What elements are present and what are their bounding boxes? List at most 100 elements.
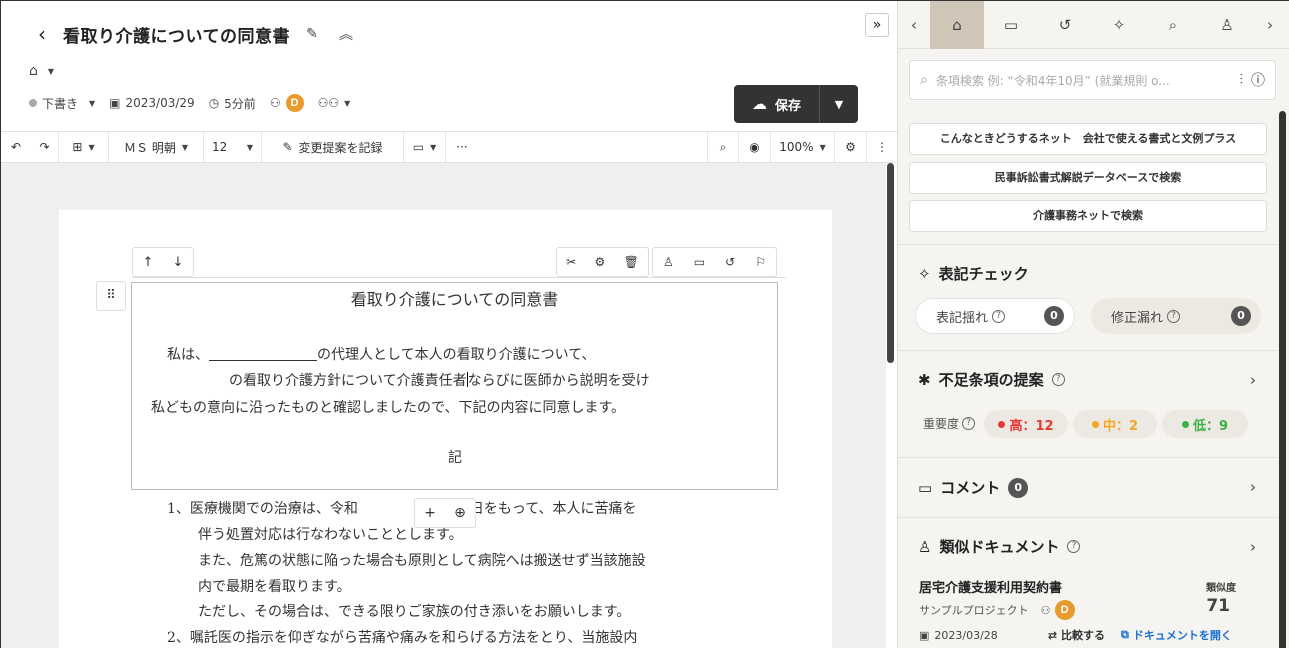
font-label: ＭＳ 明朝 — [124, 140, 176, 155]
owner-item[interactable]: ⚇ D — [270, 94, 304, 112]
track-changes-button[interactable]: ✎ 変更提案を記録 — [262, 132, 404, 162]
status-dropdown[interactable]: 下書き ▼ — [29, 95, 95, 112]
compare-icon: ⇄ — [1047, 628, 1058, 642]
insert-block-toolbar: + ⊕ — [414, 498, 476, 528]
tab-history[interactable]: ↺ — [1038, 1, 1092, 49]
chevron-right-icon[interactable]: › — [1250, 538, 1256, 556]
kebab-menu-button[interactable]: ⋮ — [867, 132, 897, 162]
missed-label: 修正漏れ — [1111, 310, 1164, 326]
gear-icon[interactable]: ⚙ — [595, 255, 606, 269]
notation-title: 表記チェック — [938, 265, 1029, 283]
font-select[interactable]: ＭＳ 明朝 ▼ — [109, 132, 204, 162]
filter-sliders-icon[interactable]: ⫶ — [1240, 72, 1244, 88]
doc-item-2: 2、嘱託医の指示を仰ぎながら苦痛や痛みを和らげる方法をとり、当施設内 — [167, 630, 638, 646]
tab-next-button[interactable]: › — [1254, 1, 1286, 49]
severity-mid: 中：2 — [1102, 418, 1139, 434]
tab-prev-button[interactable]: ‹ — [898, 1, 930, 49]
sparkle-icon: ✧ — [1112, 15, 1126, 34]
history-icon: ↺ — [1058, 15, 1072, 34]
save-options-button[interactable]: ▼ — [820, 85, 858, 123]
missing-clause-section[interactable]: ✱ 不足条項の提案 ? › 重要度 ? 高：12 中：2 低：9 — [898, 350, 1278, 457]
preview-button[interactable]: ◉ — [739, 132, 771, 162]
tag-icon[interactable]: ⌂ — [29, 63, 38, 79]
doc-line-1: 私は、 の代理人として本人の看取り介護について、 — [167, 344, 595, 364]
find-button[interactable]: ⌕ — [707, 132, 739, 162]
help-icon: ? — [1067, 540, 1081, 553]
ribbon-icon[interactable]: ♙ — [663, 255, 674, 269]
help-icon: ? — [962, 417, 976, 430]
tab-notation[interactable]: ✧ — [1092, 1, 1146, 49]
table-dropdown[interactable]: ⊞ ▼ — [59, 132, 109, 162]
comments-section[interactable]: ▭ コメント 0 › — [898, 457, 1278, 517]
insert-file-icon[interactable]: ⊕ — [454, 505, 466, 521]
doc-text: 1、医療機関での治療は、令和 — [167, 501, 358, 517]
chevron-down-icon: ▼ — [819, 142, 826, 152]
history-icon[interactable]: ↺ — [725, 255, 735, 269]
section-title: ✱ 不足条項の提案 ? — [918, 369, 1065, 390]
edit-icon[interactable]: ✎ — [300, 26, 324, 42]
tab-search[interactable]: ⌕ — [1146, 1, 1200, 49]
document-page[interactable]: ↑ ↓ ✂ ⚙ 🗑 ♙ ▭ ↺ ⚐ ⠿ 看取り介護についての同意書 私は、 の代理… — [59, 210, 832, 648]
tab-home[interactable]: ⌂ — [930, 1, 984, 49]
tab-similar[interactable]: ♙ — [1200, 1, 1254, 49]
severity-low-pill[interactable]: 低：9 — [1162, 410, 1248, 438]
sidebar-scrollbar[interactable] — [1279, 111, 1286, 648]
severity-high: 高：12 — [1009, 418, 1054, 434]
calendar-icon: ▣ — [919, 628, 930, 642]
share-dropdown[interactable]: ⚇⚇ ▼ — [318, 96, 351, 110]
arrow-down-icon[interactable]: ↓ — [173, 255, 184, 270]
save-button[interactable]: ☁ 保存 — [734, 85, 820, 123]
inconsistency-pill[interactable]: 表記揺れ? 0 — [915, 298, 1075, 334]
severity-mid-pill[interactable]: 中：2 — [1073, 410, 1157, 438]
clause-search-input[interactable]: ⌕ 条項検索 例: “令和4年10月” (就業規則 o... ⫶ ⓘ — [909, 60, 1276, 100]
updated-item: ◷ 5分前 — [209, 95, 256, 112]
plus-icon[interactable]: + — [424, 505, 436, 521]
compare-button[interactable]: ⇄ 比較する — [1048, 627, 1105, 643]
open-document-link[interactable]: ⧉ ドキュメントを開く — [1121, 627, 1232, 643]
comment-dropdown[interactable]: ▭ ▼ — [404, 132, 446, 162]
similar-doc-title[interactable]: 居宅介護支援利用契約書 — [919, 577, 1062, 596]
trash-icon[interactable]: 🗑 — [624, 255, 639, 269]
doc-item-1-line-5: ただし、その場合は、できる限りご家族の付き添いをお願いします。 — [198, 604, 631, 620]
document-canvas[interactable]: ↑ ↓ ✂ ⚙ 🗑 ♙ ▭ ↺ ⚐ ⠿ 看取り介護についての同意書 私は、 の代理… — [1, 163, 886, 648]
redo-button[interactable]: ↷ — [31, 132, 59, 162]
track-edit-icon: ✎ — [282, 140, 293, 154]
comments-title: コメント — [940, 479, 1001, 497]
severity-high-pill[interactable]: 高：12 — [984, 410, 1068, 438]
help-icon[interactable]: ⓘ — [1251, 70, 1265, 90]
page-title: 看取り介護についての同意書 — [63, 26, 290, 47]
bookmark-icon[interactable]: ⚐ — [755, 255, 766, 269]
external-search-button-2[interactable]: 民事訴訟書式解説データベースで検索 — [909, 162, 1267, 194]
zoom-select[interactable]: 100% ▼ — [771, 132, 835, 162]
external-search-button-1[interactable]: こんなときどうするネット 会社で使える書式と文例プラス — [909, 123, 1267, 155]
tab-comments[interactable]: ▭ — [984, 1, 1038, 49]
external-search-button-3[interactable]: 介護事務ネットで検索 — [909, 200, 1267, 232]
comment-icon[interactable]: ▭ — [694, 255, 705, 269]
chevron-right-icon[interactable]: › — [1250, 478, 1256, 496]
missed-fix-pill[interactable]: 修正漏れ? 0 — [1091, 298, 1261, 334]
chevron-right-icon[interactable]: › — [1250, 371, 1256, 389]
clock-icon: ◷ — [208, 96, 220, 110]
scissors-icon[interactable]: ✂ — [566, 255, 576, 269]
assistant-sidebar: ‹ ⌂ ▭ ↺ ✧ ⌕ ♙ › ⌕ 条項検索 例: “令和4年10月” (就業規… — [897, 1, 1289, 648]
arrow-up-icon[interactable]: ↑ — [143, 255, 154, 270]
redo-icon: ↷ — [39, 140, 50, 154]
more-button[interactable]: ··· — [446, 132, 478, 162]
scrollbar-thumb[interactable] — [887, 163, 894, 363]
drag-handle-icon[interactable]: ⠿ — [96, 281, 126, 311]
collapse-panel-button[interactable]: » — [865, 13, 889, 37]
doc-item-1-line-3: また、危篤の状態に陥った場合も原則として病院へは搬送せず当該施設 — [198, 553, 646, 569]
font-size-select[interactable]: 12 ▼ — [204, 132, 262, 162]
chevron-down-icon[interactable]: ▼ — [48, 67, 54, 76]
doc-ki: 記 — [448, 450, 462, 466]
undo-button[interactable]: ↶ — [1, 132, 31, 162]
back-chevron-icon[interactable]: ‹ — [31, 22, 53, 46]
similarity-label: 類似度 — [1206, 583, 1236, 594]
settings-button[interactable]: ⚙ — [835, 132, 867, 162]
editor-scrollbar[interactable] — [887, 163, 895, 648]
blank-underline[interactable] — [209, 347, 317, 361]
sparkle-icon: ✧ — [918, 264, 931, 283]
tag-row[interactable]: ⌂ ▼ — [29, 63, 54, 79]
help-icon: ? — [1051, 373, 1065, 386]
collapse-up-icon[interactable]: ︽ — [334, 24, 358, 44]
